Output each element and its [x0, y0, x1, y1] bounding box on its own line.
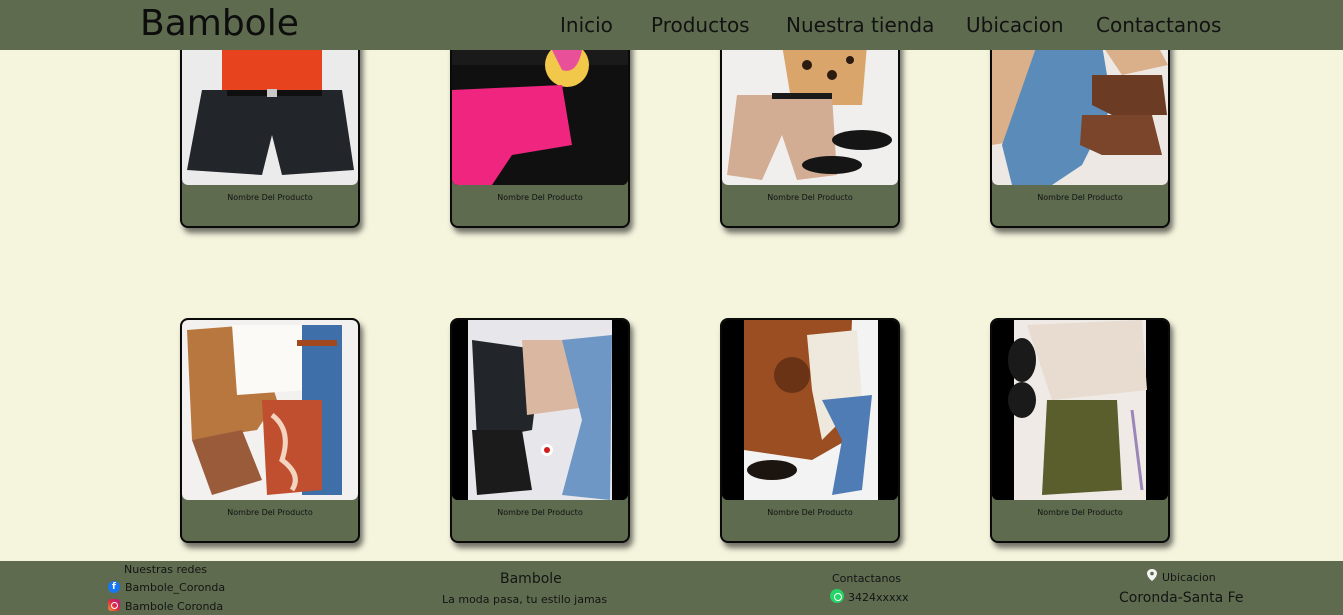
location-title: Ubicacion [1162, 571, 1216, 584]
facebook-icon[interactable]: f [108, 581, 120, 593]
nav-link-productos[interactable]: Productos [651, 12, 750, 38]
product-name: Nombre Del Producto [1037, 193, 1123, 202]
location-text: Coronda-Santa Fe [1119, 590, 1244, 606]
top-navbar: Bambole Inicio Productos Nuestra tienda … [0, 0, 1343, 50]
nav-link-ubicacion[interactable]: Ubicacion [966, 12, 1064, 38]
nav-link-contactanos[interactable]: Contactanos [1096, 12, 1221, 38]
product-name: Nombre Del Producto [1037, 508, 1123, 517]
product-name: Nombre Del Producto [227, 508, 313, 517]
product-name: Nombre Del Producto [497, 508, 583, 517]
product-name: Nombre Del Producto [767, 508, 853, 517]
social-title: Nuestras redes [124, 563, 208, 576]
instagram-icon[interactable] [108, 599, 120, 611]
product-image[interactable] [722, 320, 898, 500]
site-footer: Nuestras redes f Bambole_Coronda Bambole… [0, 561, 1343, 615]
contact-title: Contactanos [832, 572, 901, 585]
footer-tagline: La moda pasa, tu estilo jamas [442, 593, 608, 606]
product-name: Nombre Del Producto [767, 193, 853, 202]
brand-logo[interactable]: Bambole [140, 2, 299, 46]
product-image[interactable] [992, 320, 1168, 500]
product-name: Nombre Del Producto [227, 193, 313, 202]
whatsapp-icon[interactable] [830, 589, 844, 603]
nav-link-inicio[interactable]: Inicio [560, 12, 613, 38]
footer-brand: Bambole [500, 571, 562, 587]
product-card[interactable]: Nombre Del Producto [450, 318, 630, 543]
product-card[interactable]: Nombre Del Producto [180, 318, 360, 543]
product-card[interactable]: Nombre Del Producto [990, 318, 1170, 543]
facebook-link[interactable]: Bambole_Coronda [125, 581, 225, 594]
phone-number[interactable]: 3424xxxxx [848, 591, 909, 604]
product-card[interactable]: Nombre Del Producto [720, 318, 900, 543]
product-image[interactable] [452, 320, 628, 500]
instagram-link[interactable]: Bambole Coronda [125, 600, 223, 613]
product-name: Nombre Del Producto [497, 193, 583, 202]
product-image[interactable] [182, 320, 358, 500]
nav-link-nuestra-tienda[interactable]: Nuestra tienda [786, 12, 934, 38]
location-pin-icon [1147, 569, 1157, 581]
